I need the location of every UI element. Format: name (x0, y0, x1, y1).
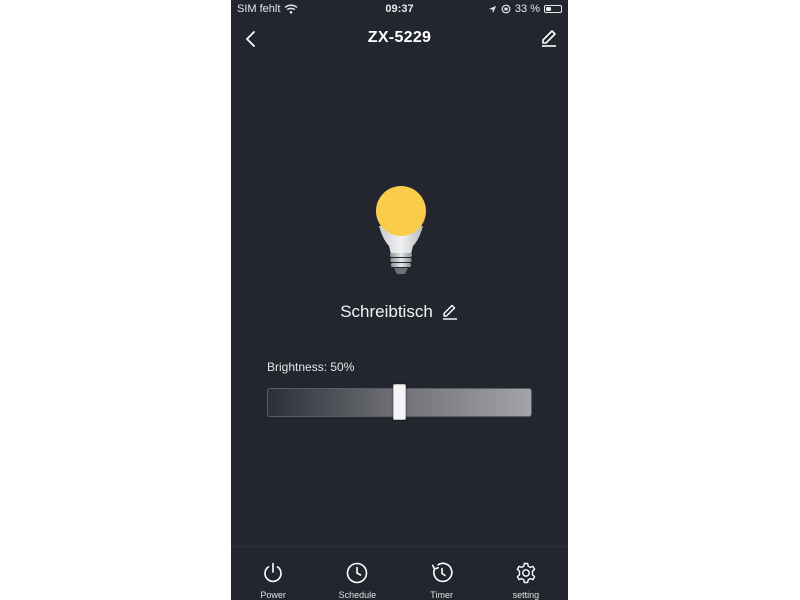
header: ZX-5229 (231, 24, 568, 54)
nav-schedule-label: Schedule (338, 590, 377, 600)
bottom-nav: Power Schedule Timer setting (231, 546, 568, 600)
clock-icon (347, 562, 368, 584)
device-name-row: Schreibtisch (231, 302, 568, 322)
gear-icon (516, 562, 536, 584)
timer-icon (431, 562, 453, 583)
nav-timer-label: Timer (430, 590, 453, 600)
nav-setting[interactable]: setting (484, 547, 568, 600)
nav-power[interactable]: Power (231, 547, 315, 600)
nav-setting-label: setting (512, 590, 540, 600)
status-right: 33 % (488, 3, 562, 15)
page-title: ZX-5229 (367, 29, 432, 46)
bulb-glass (376, 186, 426, 236)
battery-text: 33 % (514, 3, 540, 15)
device-name: Schreibtisch (340, 302, 433, 321)
rename-pencil-icon[interactable] (441, 303, 459, 321)
power-icon (264, 562, 282, 583)
light-bulb-icon[interactable] (369, 186, 433, 278)
phone-screen: SIM fehlt 09:37 33 % ZX-5229 Schreibtisc… (231, 0, 568, 600)
nav-schedule[interactable]: Schedule (315, 547, 399, 600)
nav-power-label: Power (260, 590, 286, 600)
brightness-label: Brightness: 50% (267, 360, 355, 374)
battery-fill (546, 7, 551, 11)
battery-icon (544, 5, 562, 13)
orientation-lock-icon (501, 4, 511, 14)
edit-icon[interactable] (538, 27, 560, 49)
brightness-slider-thumb[interactable] (393, 384, 406, 420)
location-arrow-icon (488, 5, 497, 13)
status-bar: SIM fehlt 09:37 33 % (231, 0, 568, 18)
nav-timer[interactable]: Timer (400, 547, 484, 600)
